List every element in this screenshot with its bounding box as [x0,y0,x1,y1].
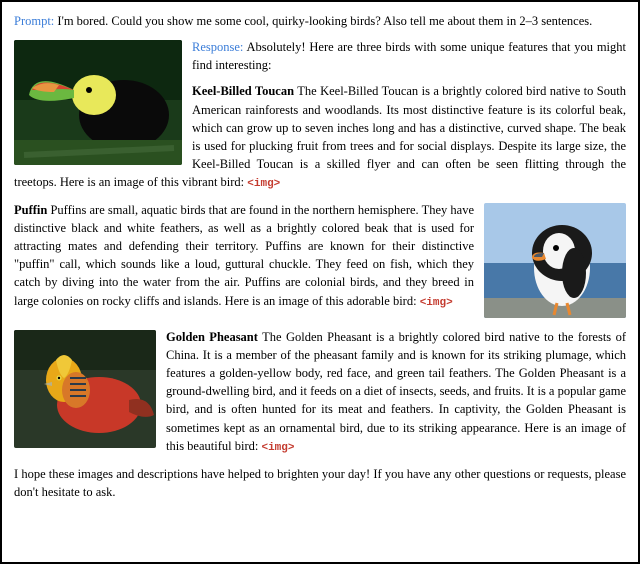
bird-text-puffin: Puffins are small, aquatic birds that ar… [14,203,474,308]
bird-name-pheasant: Golden Pheasant [166,330,258,344]
response-label: Response: [192,40,243,54]
bird-name-puffin: Puffin [14,203,47,217]
section-toucan: Response: Absolutely! Here are three bir… [14,38,626,193]
section-pheasant: Golden Pheasant The Golden Pheasant is a… [14,328,626,457]
response-intro: Absolutely! Here are three birds with so… [192,40,626,72]
prompt-label: Prompt: [14,14,54,28]
bird-name-toucan: Keel-Billed Toucan [192,84,294,98]
document-frame: Prompt: I'm bored. Could you show me som… [0,0,640,564]
img-tag-pheasant: <img> [261,442,294,454]
bird-text-pheasant: The Golden Pheasant is a brightly colore… [166,330,626,453]
puffin-image [484,203,626,318]
prompt-block: Prompt: I'm bored. Could you show me som… [14,12,626,30]
closing-text: I hope these images and descriptions hav… [14,465,626,501]
toucan-image [14,40,182,165]
img-tag-puffin: <img> [420,297,453,309]
prompt-text: I'm bored. Could you show me some cool, … [57,14,592,28]
img-tag-toucan: <img> [247,178,280,190]
pheasant-image [14,330,156,448]
section-puffin: Puffin Puffins are small, aquatic birds … [14,201,626,320]
